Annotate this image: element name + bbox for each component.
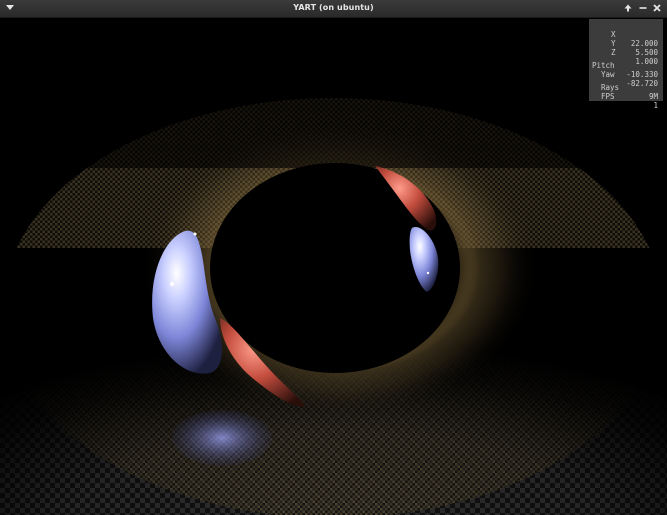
stat-value: 9M [648, 92, 658, 101]
stat-z: Z 1.000 [589, 39, 663, 66]
raytraced-scene [0, 18, 667, 515]
minimize-button[interactable] [637, 2, 649, 14]
stats-overlay: X 22.000 Y 5.500 Z 1.000 Pitch -10.330 Y… [589, 19, 663, 110]
title-bar[interactable]: YART (on ubuntu) [0, 0, 667, 18]
stat-y: Y 5.500 [589, 30, 663, 57]
stat-pitch: Pitch -10.330 [589, 52, 663, 79]
stat-label: FPS [601, 92, 615, 101]
yart-window: YART (on ubuntu) X 22.000 Y 5.500 Z 1.00… [0, 0, 667, 515]
stat-rays: Rays 9M [589, 74, 663, 101]
window-title: YART (on ubuntu) [293, 3, 374, 12]
sphere-reflection [172, 410, 272, 466]
minimize-icon [639, 7, 647, 9]
stat-x: X 22.000 [589, 21, 663, 48]
maximize-button[interactable] [622, 2, 634, 14]
render-viewport[interactable] [0, 18, 667, 515]
stat-value: 1 [653, 101, 658, 110]
stat-yaw: Yaw -82.720 [589, 61, 663, 88]
stat-fps: FPS 1 [589, 83, 663, 110]
close-icon [653, 4, 661, 12]
close-button[interactable] [651, 2, 663, 14]
maximize-icon [624, 4, 632, 12]
